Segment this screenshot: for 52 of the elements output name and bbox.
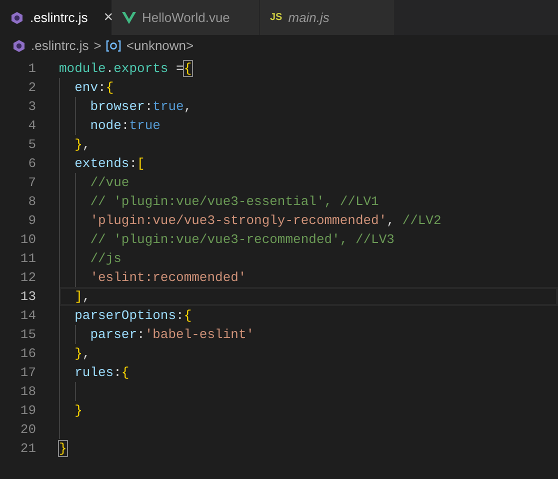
line-number: 4 [27,117,36,135]
editor-tab[interactable]: .eslintrc.js × [0,0,112,35]
line-number: 8 [27,193,36,211]
line-number: 20 [19,421,36,439]
eslint-hexagon-icon [12,39,26,53]
code-line: }, [74,137,90,152]
line-number: 15 [19,326,36,344]
vue-chevron-icon [122,12,136,24]
code-line: extends:[ [74,156,145,171]
line-number: 11 [19,250,36,268]
code-line: browser:true, [89,99,192,114]
code-line: // 'plugin:vue/vue3-recommended', //LV3 [89,232,394,247]
editor-tab[interactable]: HelloWorld.vue [112,0,260,35]
code-line: // 'plugin:vue/vue3-essential', //LV1 [89,194,379,209]
line-number: 13 [19,288,36,306]
line-number: 19 [19,402,36,420]
code-line: ], [74,289,90,304]
line-number: 10 [19,231,36,249]
code-line: } [74,403,82,418]
code-line: env:{ [74,80,114,95]
code-line: parserOptions:{ [74,308,192,323]
code-line: }, [74,346,90,361]
js-icon: JS [270,10,282,25]
editor-tab[interactable]: JS main.js [260,0,395,35]
code-line: //vue [89,175,130,190]
line-number: 5 [27,136,36,154]
line-number: 16 [19,345,36,363]
line-number: 21 [19,440,36,458]
breadcrumb-separator: > [94,37,102,56]
code-line: node:true [89,118,160,133]
line-number: 9 [27,212,36,230]
line-number: 17 [19,364,36,382]
code-line: } [59,441,67,456]
code-line: 'eslint:recommended' [89,270,246,285]
line-number: 14 [19,307,36,325]
line-number: 18 [19,383,36,401]
breadcrumb-item[interactable]: <unknown> [126,36,194,56]
line-number: 7 [27,174,36,192]
line-number: 6 [27,155,36,173]
line-number: 1 [27,60,36,78]
eslint-hexagon-icon [10,10,24,24]
symbol-icon [106,40,122,52]
breadcrumb-item[interactable]: .eslintrc.js [31,36,89,56]
line-number: 3 [27,98,36,116]
code-line: parser:'babel-eslint' [89,327,254,342]
code-line: rules:{ [74,365,130,380]
close-icon[interactable]: × [104,10,114,26]
code-line: //js [89,251,122,266]
code-line: module.exports ={ [59,61,192,76]
line-number: 2 [27,79,36,97]
code-line: 'plugin:vue/vue3-strongly-recommended', //LV2 [89,213,442,228]
line-number: 12 [19,269,36,287]
